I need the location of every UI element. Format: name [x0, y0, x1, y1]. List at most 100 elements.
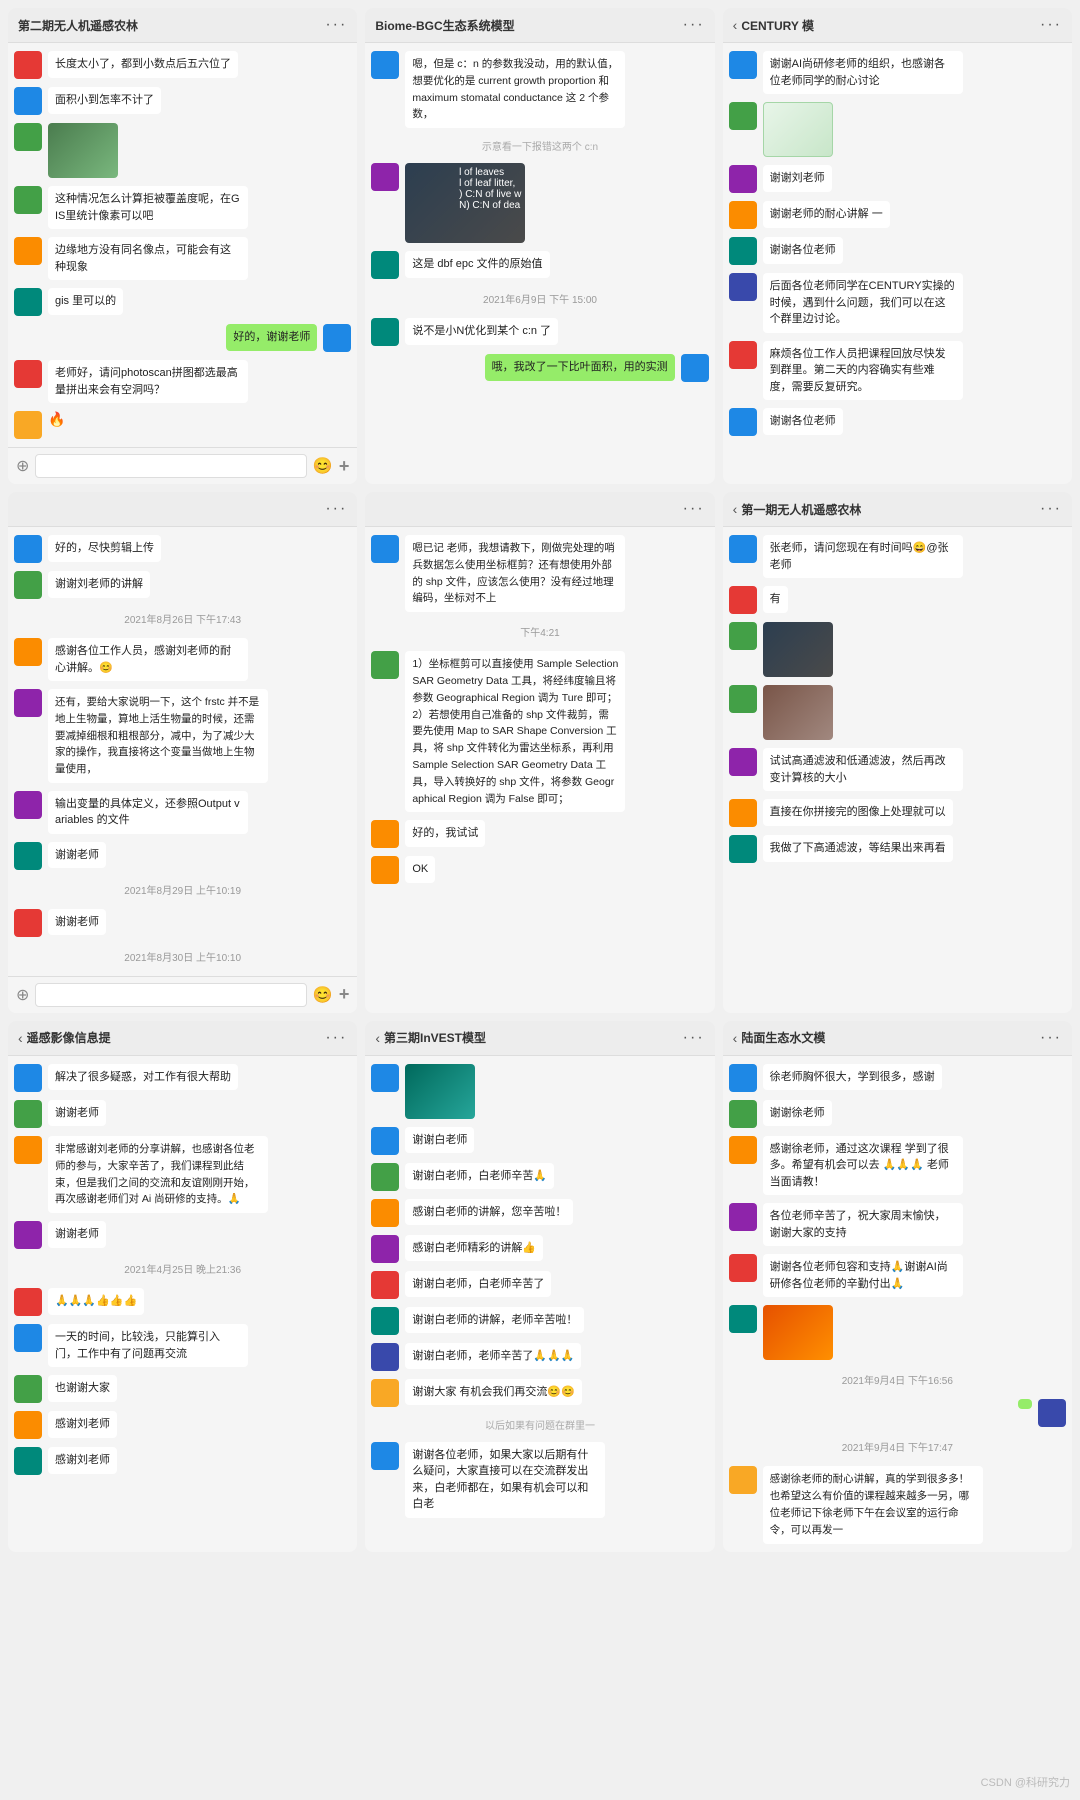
- image-bubble[interactable]: [763, 622, 833, 677]
- avatar: [729, 799, 757, 827]
- image-bubble[interactable]: [763, 685, 833, 740]
- timestamp: 2021年8月29日 上午10:19: [14, 882, 351, 897]
- message-bubble: 面积小到怎率不计了: [48, 87, 161, 114]
- avatar: [14, 1288, 42, 1316]
- avatar: [371, 856, 399, 884]
- more-options-button[interactable]: ···: [1040, 16, 1062, 34]
- message-bubble: 谢谢白老师，老师辛苦了🙏🙏🙏: [405, 1343, 581, 1370]
- avatar: [323, 324, 351, 352]
- message-row: 感谢刘老师: [14, 1411, 351, 1439]
- message-bubble: 老师好，请问photoscan拼图都选最高量拼出来会有空洞吗？: [48, 360, 248, 403]
- more-options-button[interactable]: ···: [683, 500, 705, 518]
- more-options-button[interactable]: ···: [1040, 1029, 1062, 1047]
- message-row: gis 里可以的: [14, 288, 351, 316]
- panel-header: ‹CENTURY 模 ···: [723, 8, 1072, 43]
- header-left: ‹CENTURY 模: [733, 17, 814, 34]
- image-bubble[interactable]: l of leaves l of leaf litter, ) C:N of l…: [405, 163, 525, 243]
- avatar: [14, 1064, 42, 1092]
- back-button[interactable]: ‹: [733, 17, 738, 33]
- message-row: 🙏🙏🙏👍👍👍: [14, 1288, 351, 1316]
- message-row: 谢谢各位老师，如果大家以后期有什么疑问，大家直接可以在交流群发出来，白老师都在，…: [371, 1442, 708, 1518]
- more-options-button[interactable]: ···: [1040, 500, 1062, 518]
- message-bubble: 麻烦各位工作人员把课程回放尽快发到群里。第二天的内容确实有些难度，需要反复研究。: [763, 341, 963, 401]
- avatar: [14, 1221, 42, 1249]
- message-bubble: 边缘地方没有同名像点，可能会有这种现象: [48, 237, 248, 280]
- image-bubble[interactable]: [48, 123, 118, 178]
- message-bubble: 嗯，但是 c：n 的参数我没动，用的默认值，想要优化的是 current gro…: [405, 51, 625, 128]
- more-options-button[interactable]: ···: [325, 16, 347, 34]
- watermark: CSDN @科研究力: [981, 1774, 1070, 1790]
- avatar: [371, 1127, 399, 1155]
- message-bubble: 长度太小了，都到小数点后五六位了: [48, 51, 238, 78]
- message-bubble: 谢谢刘老师的讲解: [48, 571, 150, 598]
- message-input[interactable]: [35, 454, 306, 478]
- message-bubble: 谢谢老师: [48, 842, 106, 869]
- chat-panel-panel6: ‹第一期无人机遥感农林 ··· 张老师，请问您现在有时间吗😄@张老师有试试高通滤波和…: [723, 492, 1072, 1013]
- smiley-icon[interactable]: 😊: [313, 456, 333, 476]
- back-button[interactable]: ‹: [733, 501, 738, 517]
- message-row: 谢谢老师的耐心讲解 一: [729, 201, 1066, 229]
- avatar: [371, 318, 399, 346]
- panel-header: ‹陆面生态水文模 ···: [723, 1021, 1072, 1056]
- avatar: [14, 237, 42, 265]
- message-row: 🔥: [14, 411, 351, 439]
- chat-body: 嗯，但是 c：n 的参数我没动，用的默认值，想要优化的是 current gro…: [365, 43, 714, 484]
- image-bubble[interactable]: [405, 1064, 475, 1119]
- chat-body: 张老师，请问您现在有时间吗😄@张老师有试试高通滤波和低通滤波，然后再改变计算核的…: [723, 527, 1072, 1013]
- smiley-icon[interactable]: 😊: [313, 985, 333, 1005]
- message-row: 谢谢老师: [14, 842, 351, 870]
- message-bubble: 谢谢刘老师: [763, 165, 832, 192]
- message-row: 输出变量的具体定义，还参照Output variables 的文件: [14, 791, 351, 834]
- message-row: 谢谢白老师，老师辛苦了🙏🙏🙏: [371, 1343, 708, 1371]
- message-row: 说不是小N优化到某个 c:n 了: [371, 318, 708, 346]
- message-bubble: 谢谢老师: [48, 1100, 106, 1127]
- avatar: [14, 360, 42, 388]
- avatar: [729, 1466, 757, 1494]
- image-bubble[interactable]: [763, 1305, 833, 1360]
- avatar: [14, 1324, 42, 1352]
- more-options-button[interactable]: ···: [325, 500, 347, 518]
- add-icon[interactable]: +: [339, 984, 350, 1005]
- avatar: [729, 1254, 757, 1282]
- emoji-icon[interactable]: ⊕: [16, 456, 29, 476]
- back-button[interactable]: ‹: [375, 1030, 380, 1046]
- message-row: 也谢谢大家: [14, 1375, 351, 1403]
- avatar: [729, 685, 757, 713]
- header-left: ‹遥感影像信息提: [18, 1029, 111, 1046]
- message-input[interactable]: [35, 983, 306, 1007]
- panel-title: 陆面生态水文模: [741, 1029, 825, 1046]
- message-bubble: 好的，谢谢老师: [226, 324, 317, 351]
- message-row: 老师好，请问photoscan拼图都选最高量拼出来会有空洞吗？: [14, 360, 351, 403]
- avatar: [14, 186, 42, 214]
- message-row: [729, 1399, 1066, 1427]
- message-row: 嗯，但是 c：n 的参数我没动，用的默认值，想要优化的是 current gro…: [371, 51, 708, 128]
- message-bubble: 🙏🙏🙏👍👍👍: [48, 1288, 144, 1315]
- timestamp: 2021年9月4日 下午17:47: [729, 1439, 1066, 1454]
- more-options-button[interactable]: ···: [683, 1029, 705, 1047]
- back-button[interactable]: ‹: [18, 1030, 23, 1046]
- chat-panel-panel1: 第二期无人机遥感农林···长度太小了，都到小数点后五六位了面积小到怎率不计了这种…: [8, 8, 357, 484]
- back-button[interactable]: ‹: [733, 1030, 738, 1046]
- message-bubble: 也谢谢大家: [48, 1375, 117, 1402]
- chat-body: 谢谢AI尚研修老师的组织，也感谢各位老师同学的耐心讨论谢谢刘老师谢谢老师的耐心讲…: [723, 43, 1072, 484]
- chat-body: 徐老师胸怀很大，学到很多，感谢谢谢徐老师感谢徐老师，通过这次课程 学到了很多。希…: [723, 1056, 1072, 1552]
- add-icon[interactable]: +: [339, 456, 350, 477]
- more-options-button[interactable]: ···: [325, 1029, 347, 1047]
- message-bubble: 解决了很多疑惑，对工作有很大帮助: [48, 1064, 238, 1091]
- message-row: 有: [729, 586, 1066, 614]
- chat-body: 谢谢白老师谢谢白老师，白老师辛苦🙏感谢白老师的讲解，您辛苦啦！感谢白老师精彩的讲…: [365, 1056, 714, 1552]
- message-bubble: 感谢白老师精彩的讲解👍: [405, 1235, 543, 1262]
- chat-panel-panel4: ···好的，尽快剪辑上传谢谢刘老师的讲解2021年8月26日 下午17:43感谢…: [8, 492, 357, 1013]
- message-row: 直接在你拼接完的图像上处理就可以: [729, 799, 1066, 827]
- avatar: [729, 835, 757, 863]
- avatar: [14, 689, 42, 717]
- emoji-icon[interactable]: ⊕: [16, 985, 29, 1005]
- message-row: [729, 622, 1066, 677]
- message-row: 谢谢白老师: [371, 1127, 708, 1155]
- image-bubble[interactable]: [763, 102, 833, 157]
- more-options-button[interactable]: ···: [683, 16, 705, 34]
- message-row: 哦，我改了一下比叶面积，用的实测: [371, 354, 708, 382]
- avatar: [371, 1343, 399, 1371]
- header-left: ‹第一期无人机遥感农林: [733, 501, 862, 518]
- message-row: 各位老师辛苦了，祝大家周末愉快，谢谢大家的支持: [729, 1203, 1066, 1246]
